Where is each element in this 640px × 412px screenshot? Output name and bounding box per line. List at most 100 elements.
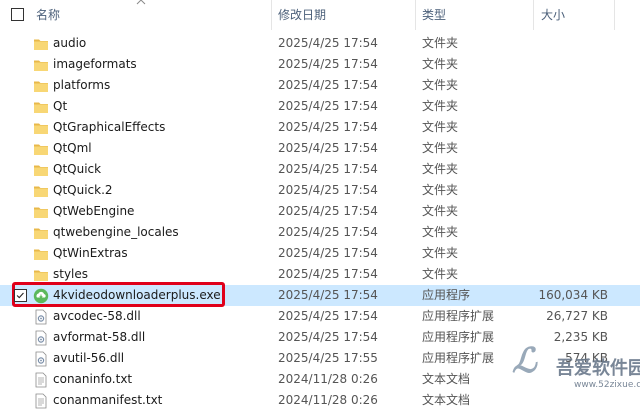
select-all-checkbox[interactable]	[11, 8, 24, 21]
file-type: 文件夹	[422, 183, 459, 197]
file-size: 160,034 KB	[538, 288, 608, 302]
column-header-size[interactable]: 大小	[541, 0, 565, 30]
file-row[interactable]: avcodec-58.dll 2025/4/25 17:54 应用程序扩展 26,72…	[0, 306, 640, 327]
file-type: 文本文档	[422, 393, 471, 407]
file-type: 文本文档	[422, 372, 471, 386]
folder-icon	[33, 78, 49, 94]
file-name: QtQuick	[53, 162, 102, 176]
file-row[interactable]: platforms 2025/4/25 17:54 文件夹	[0, 75, 640, 96]
file-type: 应用程序扩展	[422, 330, 495, 344]
file-row[interactable]: QtQuick.2 2025/4/25 17:54 文件夹	[0, 180, 640, 201]
file-date: 2025/4/25 17:54	[278, 225, 378, 239]
file-name: QtQml	[53, 141, 92, 155]
file-date: 2025/4/25 17:54	[278, 330, 378, 344]
file-name: QtGraphicalEffects	[53, 120, 166, 134]
file-row[interactable]: qtwebengine_locales 2025/4/25 17:54 文件夹	[0, 222, 640, 243]
folder-icon	[33, 267, 49, 283]
file-name: qtwebengine_locales	[53, 225, 179, 239]
file-date: 2025/4/25 17:54	[278, 57, 378, 71]
file-name: avcodec-58.dll	[53, 309, 141, 323]
file-row[interactable]: QtQml 2025/4/25 17:54 文件夹	[0, 138, 640, 159]
watermark-url: www.52zixue.com	[574, 380, 640, 390]
file-type: 文件夹	[422, 120, 459, 134]
file-date: 2025/4/25 17:54	[278, 78, 378, 92]
file-name: Qt	[53, 99, 68, 113]
file-type: 文件夹	[422, 246, 459, 260]
file-date: 2025/4/25 17:54	[278, 141, 378, 155]
file-date: 2025/4/25 17:54	[278, 204, 378, 218]
file-type: 文件夹	[422, 267, 459, 281]
file-name: audio	[53, 36, 87, 50]
file-type: 文件夹	[422, 78, 459, 92]
file-type: 文件夹	[422, 57, 459, 71]
folder-icon	[33, 225, 49, 241]
file-type: 文件夹	[422, 225, 459, 239]
file-date: 2025/4/25 17:54	[278, 267, 378, 281]
column-header-date[interactable]: 修改日期	[278, 0, 326, 30]
folder-icon	[33, 183, 49, 199]
file-date: 2025/4/25 17:54	[278, 183, 378, 197]
folder-icon	[33, 57, 49, 73]
file-row[interactable]: Qt 2025/4/25 17:54 文件夹	[0, 96, 640, 117]
file-date: 2025/4/25 17:54	[278, 99, 378, 113]
folder-icon	[33, 141, 49, 157]
column-header-type[interactable]: 类型	[422, 0, 446, 30]
file-row[interactable]: QtWinExtras 2025/4/25 17:54 文件夹	[0, 243, 640, 264]
file-type: 应用程序扩展	[422, 309, 495, 323]
file-row[interactable]: QtQuick 2025/4/25 17:54 文件夹	[0, 159, 640, 180]
file-name: imageformats	[53, 57, 137, 71]
svg-text:ℒ: ℒ	[512, 341, 538, 381]
file-date: 2024/11/28 0:26	[278, 372, 378, 386]
folder-icon	[33, 120, 49, 136]
file-date: 2024/11/28 0:26	[278, 393, 378, 407]
file-row[interactable]: QtGraphicalEffects 2025/4/25 17:54 文件夹	[0, 117, 640, 138]
file-name: QtWinExtras	[53, 246, 128, 260]
file-type: 应用程序	[422, 288, 471, 302]
column-header-name[interactable]: 名称	[36, 0, 60, 30]
file-name: 4kvideodownloaderplus.exe	[53, 288, 221, 302]
folder-icon	[33, 204, 49, 220]
file-size: 26,727 KB	[546, 309, 608, 323]
folder-icon	[33, 246, 49, 262]
file-date: 2025/4/25 17:54	[278, 288, 378, 302]
column-divider[interactable]	[415, 0, 416, 30]
file-name: QtWebEngine	[53, 204, 135, 218]
file-row[interactable]: imageformats 2025/4/25 17:54 文件夹	[0, 54, 640, 75]
file-row[interactable]: QtWebEngine 2025/4/25 17:54 文件夹	[0, 201, 640, 222]
file-name: platforms	[53, 78, 111, 92]
file-row[interactable]: audio 2025/4/25 17:54 文件夹	[0, 33, 640, 54]
file-date: 2025/4/25 17:54	[278, 162, 378, 176]
folder-icon	[33, 36, 49, 52]
column-divider[interactable]	[271, 0, 272, 30]
file-date: 2025/4/25 17:54	[278, 309, 378, 323]
file-name: avutil-56.dll	[53, 351, 125, 365]
file-date: 2025/4/25 17:54	[278, 246, 378, 260]
file-name: QtQuick.2	[53, 183, 113, 197]
column-divider[interactable]	[614, 0, 615, 30]
file-row[interactable]: 4kvideodownloaderplus.exe 2025/4/25 17:54…	[0, 282, 640, 307]
row-checkbox[interactable]	[14, 289, 27, 302]
folder-icon	[33, 162, 49, 178]
text-file-icon	[33, 372, 49, 388]
file-type: 文件夹	[422, 36, 459, 50]
file-date: 2025/4/25 17:54	[278, 36, 378, 50]
watermark-text: 吾爱软件园	[556, 358, 640, 379]
text-file-icon	[33, 393, 49, 409]
file-date: 2025/4/25 17:54	[278, 120, 378, 134]
dll-icon	[33, 309, 49, 325]
app-icon	[33, 288, 49, 304]
file-type: 应用程序扩展	[422, 351, 495, 365]
sort-ascending-icon	[136, 0, 146, 5]
column-divider[interactable]	[533, 0, 534, 30]
file-type: 文件夹	[422, 204, 459, 218]
file-type: 文件夹	[422, 141, 459, 155]
column-header-bar: 名称 修改日期 类型 大小	[0, 0, 640, 30]
file-name: avformat-58.dll	[53, 330, 146, 344]
file-type: 文件夹	[422, 99, 459, 113]
file-name: conanmanifest.txt	[53, 393, 163, 407]
folder-icon	[33, 99, 49, 115]
watermark-logo-icon: ℒ	[512, 341, 538, 381]
file-date: 2025/4/25 17:55	[278, 351, 378, 365]
dll-icon	[33, 330, 49, 346]
file-name: conaninfo.txt	[53, 372, 133, 386]
